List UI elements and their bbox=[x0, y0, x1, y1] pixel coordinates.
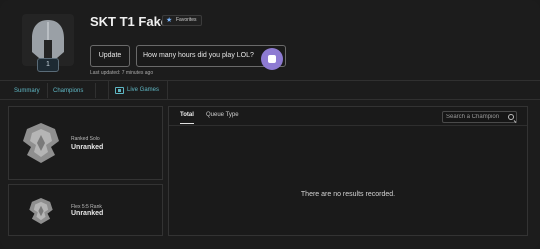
tab-queue-type[interactable]: Queue Type bbox=[206, 112, 239, 118]
tab-divider bbox=[47, 83, 48, 98]
star-icon: ★ bbox=[166, 17, 173, 24]
profile-tabs: Summary Champions Live Games bbox=[0, 80, 540, 100]
match-filter-tabs: Total Queue Type bbox=[169, 107, 527, 126]
level-badge: 1 bbox=[37, 58, 59, 72]
update-button[interactable]: Update bbox=[90, 45, 130, 67]
rank-tier-label: Unranked bbox=[71, 144, 104, 151]
hours-played-label: How many hours did you play LOL? bbox=[143, 52, 254, 59]
summoner-name: SKT T1 Faker bbox=[90, 14, 174, 29]
favorites-button[interactable]: ★ Favorites bbox=[162, 15, 202, 26]
live-game-icon bbox=[115, 87, 124, 94]
hours-played-button[interactable]: How many hours did you play LOL? bbox=[136, 45, 286, 70]
profile-page: 1 SKT T1 Faker ★ Favorites Update How ma… bbox=[0, 0, 540, 249]
flex-rank-card: Flex 5:5 Rank Unranked bbox=[8, 184, 163, 236]
unranked-emblem-icon bbox=[29, 198, 53, 224]
ranked-solo-card: Ranked Solo Unranked bbox=[8, 106, 163, 180]
rank-tier-label: Unranked bbox=[71, 210, 104, 217]
champion-search-input[interactable] bbox=[442, 111, 517, 123]
last-updated-text: Last updated: 7 minutes ago bbox=[90, 70, 154, 76]
helmet-icon bbox=[32, 20, 64, 58]
empty-results-message: There are no results recorded. bbox=[300, 191, 396, 198]
unranked-emblem-icon bbox=[23, 123, 59, 163]
clock-icon bbox=[261, 48, 283, 70]
profile-header: 1 SKT T1 Faker ★ Favorites Update How ma… bbox=[0, 0, 540, 80]
tab-live-games-label: Live Games bbox=[127, 87, 160, 93]
tab-divider bbox=[95, 83, 96, 98]
favorites-label: Favorites bbox=[176, 17, 197, 23]
tab-champions[interactable]: Champions bbox=[53, 84, 83, 98]
tab-total[interactable]: Total bbox=[180, 112, 194, 124]
search-icon[interactable] bbox=[508, 114, 514, 120]
tab-summary[interactable]: Summary bbox=[14, 84, 40, 98]
rank-queue-label: Ranked Solo bbox=[71, 136, 100, 142]
match-history-panel: Total Queue Type There are no results re… bbox=[168, 106, 528, 236]
tab-live-games[interactable]: Live Games bbox=[108, 81, 169, 100]
